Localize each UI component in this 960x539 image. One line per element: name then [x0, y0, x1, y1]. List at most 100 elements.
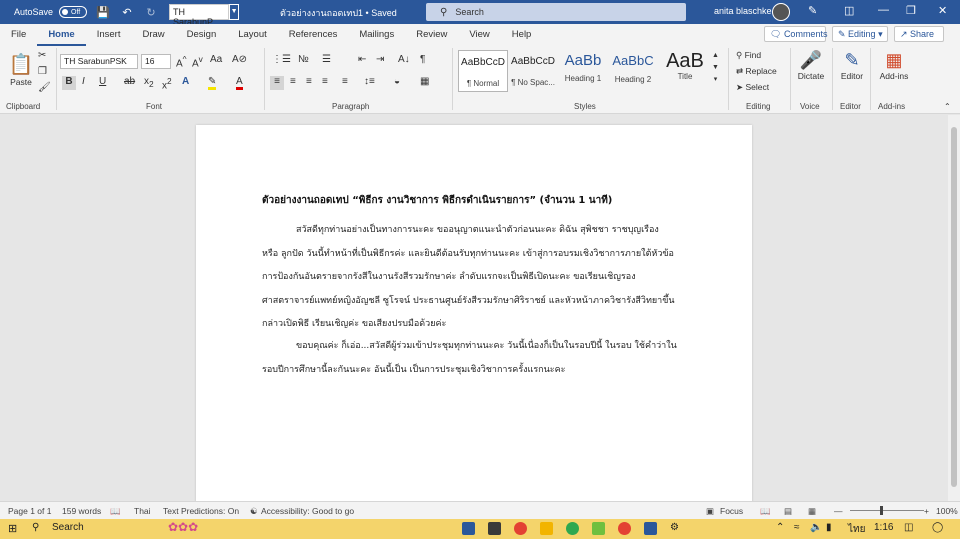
select-button[interactable]: ➤ Select — [736, 82, 769, 93]
multilevel-list-icon[interactable]: ☰ — [322, 54, 331, 65]
chevron-up-icon[interactable]: ⌃ — [776, 522, 784, 533]
decrease-indent-icon[interactable]: ⇤ — [358, 54, 366, 65]
thai-distributed-icon[interactable]: ≡ — [342, 76, 348, 87]
editing-mode-button[interactable]: ✎ Editing ▾ — [832, 26, 888, 42]
share-button[interactable]: ↗ Share — [894, 26, 944, 42]
input-language[interactable]: ไทย — [848, 522, 865, 537]
battery-icon[interactable]: ▮ — [826, 522, 832, 533]
ribbon-display-icon[interactable]: ◫ — [844, 4, 854, 17]
underline-icon[interactable]: U — [99, 76, 106, 87]
zoom-slider[interactable] — [850, 510, 924, 511]
web-layout-icon[interactable]: ▦ — [808, 506, 816, 517]
language-indicator[interactable]: Thai — [134, 506, 151, 516]
word-count[interactable]: 159 words — [62, 506, 101, 516]
text-predictions-status[interactable]: Text Predictions: On — [163, 506, 239, 516]
chrome-icon[interactable] — [618, 522, 631, 535]
focus-mode[interactable]: Focus — [720, 506, 743, 516]
highlight-icon[interactable]: ✎ — [208, 76, 217, 90]
tab-layout[interactable]: Layout — [227, 24, 278, 46]
grow-font-icon[interactable]: A^ — [176, 54, 187, 69]
speaker-icon[interactable]: 🔈 — [810, 522, 822, 533]
tab-review[interactable]: Review — [405, 24, 458, 46]
change-case-icon[interactable]: Aa — [210, 54, 222, 65]
zoom-out-icon[interactable]: — — [834, 506, 843, 516]
zoom-slider-thumb[interactable] — [880, 506, 883, 515]
replace-button[interactable]: ⇄ Replace — [736, 66, 777, 77]
close-icon[interactable]: ✕ — [938, 4, 947, 17]
word-icon[interactable] — [644, 522, 657, 535]
dictate-button[interactable]: 🎤 Dictate — [796, 50, 826, 81]
font-color-icon[interactable]: A — [236, 76, 243, 90]
wifi-icon[interactable]: ≈ — [794, 522, 800, 533]
quick-font-box[interactable]: TH SarabunP — [169, 4, 230, 27]
style-heading-1[interactable]: AaBb Heading 1 — [558, 50, 608, 92]
align-center-icon[interactable]: ≡ — [290, 76, 296, 87]
style-normal[interactable]: AaBbCcD ¶ Normal — [458, 50, 508, 92]
tab-draw[interactable]: Draw — [131, 24, 175, 46]
tab-mailings[interactable]: Mailings — [348, 24, 405, 46]
user-name[interactable]: anita blaschke — [714, 6, 772, 16]
editor-button[interactable]: ✎ Editor — [838, 50, 866, 81]
tab-view[interactable]: View — [458, 24, 500, 46]
sort-icon[interactable]: A↓ — [398, 54, 410, 65]
line-spacing-icon[interactable]: ↕≡ — [364, 76, 375, 87]
document-page[interactable]: ตัวอย่างงานถอดเทป “พิธีกร งานวิชาการ พิธ… — [196, 125, 752, 505]
chevron-down-icon[interactable]: ▼ — [229, 4, 240, 20]
comments-button[interactable]: 🗨 Comments — [764, 26, 827, 42]
italic-icon[interactable]: I — [82, 76, 85, 87]
tab-design[interactable]: Design — [176, 24, 228, 46]
text-effects-icon[interactable]: A — [182, 76, 189, 87]
pen-icon[interactable]: ✎ — [808, 4, 817, 17]
zoom-in-icon[interactable]: + — [924, 506, 929, 516]
numbering-icon[interactable]: № — [298, 54, 309, 65]
avatar[interactable] — [772, 3, 790, 21]
clear-formatting-icon[interactable]: A⊘ — [232, 54, 247, 65]
font-size-select[interactable]: 16 — [141, 54, 171, 69]
pilcrow-icon[interactable]: ¶ — [420, 54, 425, 65]
font-name-select[interactable]: TH SarabunPSK — [60, 54, 138, 69]
page-count[interactable]: Page 1 of 1 — [8, 506, 51, 516]
read-mode-icon[interactable]: 📖 — [760, 506, 771, 517]
style-title[interactable]: AaB Title — [660, 50, 710, 92]
notification-icon[interactable]: ◫ — [904, 522, 913, 533]
print-layout-icon[interactable]: ▤ — [784, 506, 792, 517]
tab-home[interactable]: Home — [37, 24, 86, 46]
minimize-icon[interactable]: — — [878, 4, 889, 16]
clock-time[interactable]: 1:16 — [874, 522, 893, 533]
chrome-icon[interactable] — [514, 522, 527, 535]
addins-button[interactable]: ▦ Add-ins — [876, 50, 912, 81]
tab-insert[interactable]: Insert — [86, 24, 132, 46]
collapse-ribbon-icon[interactable]: ⌃ — [944, 102, 951, 111]
cut-icon[interactable]: ✂ — [38, 50, 46, 61]
bullets-icon[interactable]: ⋮☰ — [272, 54, 291, 65]
style-heading-2[interactable]: AaBbC Heading 2 — [608, 50, 658, 92]
settings-icon[interactable]: ⚙ — [670, 522, 679, 533]
search-icon[interactable]: ⚲ — [32, 522, 39, 533]
strikethrough-icon[interactable]: ab — [124, 76, 135, 87]
scrollbar-thumb[interactable] — [951, 127, 957, 487]
tab-help[interactable]: Help — [501, 24, 543, 46]
search-box[interactable]: ⚲ Search — [426, 3, 686, 21]
document-title[interactable]: ตัวอย่างงานถอดเทป1 • Saved — [280, 6, 397, 20]
chrome-icon[interactable] — [566, 522, 579, 535]
tab-references[interactable]: References — [278, 24, 349, 46]
vertical-scrollbar[interactable] — [948, 115, 960, 501]
task-view-icon[interactable] — [462, 522, 475, 535]
shading-icon[interactable]: ◒ — [394, 76, 400, 87]
shrink-font-icon[interactable]: Av — [192, 54, 203, 69]
justify-icon[interactable]: ≡ — [322, 76, 328, 87]
accessibility-status[interactable]: Accessibility: Good to go — [261, 506, 354, 516]
autosave-toggle[interactable]: Off — [59, 6, 88, 18]
styles-scroll-icon[interactable]: ▲ ▼ ▾ — [712, 50, 719, 86]
subscript-icon[interactable]: x2 — [144, 76, 154, 89]
redo-icon[interactable]: ↻ — [143, 4, 159, 20]
style-no-spacing[interactable]: AaBbCcD ¶ No Spac... — [508, 50, 558, 92]
copy-icon[interactable]: ❐ — [38, 66, 47, 77]
align-right-icon[interactable]: ≡ — [306, 76, 312, 87]
save-icon[interactable]: 💾 — [95, 4, 111, 20]
borders-icon[interactable]: ▦ — [420, 76, 429, 87]
align-left-icon[interactable]: ≡ — [270, 76, 284, 90]
windows-start-icon[interactable]: ⊞ — [8, 522, 17, 535]
folder-icon[interactable] — [540, 522, 553, 535]
paragraph-1[interactable]: สวัสดีทุกท่านอย่างเป็นทางการนะคะ ขออนุญา… — [262, 219, 692, 337]
